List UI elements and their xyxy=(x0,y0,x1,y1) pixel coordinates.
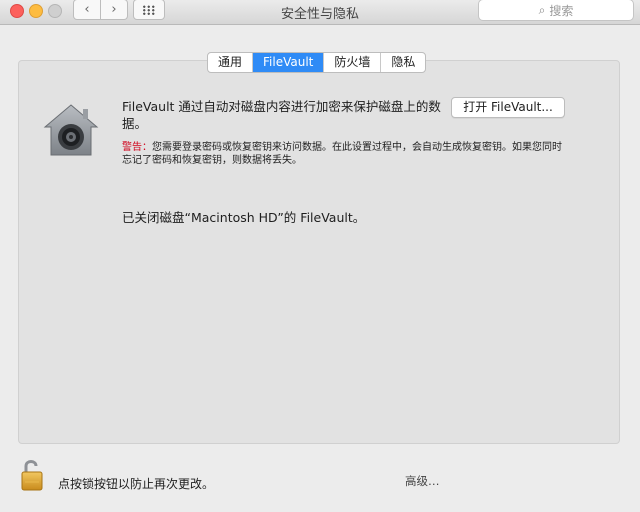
search-field[interactable]: ⌕ 搜索 xyxy=(478,0,634,21)
title-bar: ‹ › 安全性与隐私 ⌕ 搜索 xyxy=(0,0,640,25)
filevault-description: FileVault 通过自动对磁盘内容进行加密来保护磁盘上的数据。 xyxy=(122,99,441,131)
search-icon: ⌕ xyxy=(538,2,546,17)
warning-label: 警告： xyxy=(122,142,152,153)
tab-bar: 通用 FileVault 防火墙 隐私 xyxy=(207,52,427,73)
tab-filevault[interactable]: FileVault xyxy=(252,53,324,72)
search-placeholder: 搜索 xyxy=(549,3,574,18)
lock-hint: 点按锁按钮以防止再次更改。 xyxy=(58,477,215,491)
tab-privacy[interactable]: 隐私 xyxy=(380,53,425,72)
warning-text: 您需要登录密码或恢复密钥来访问数据。在此设置过程中，会自动生成恢复密钥。如果您同… xyxy=(122,142,562,166)
tab-general[interactable]: 通用 xyxy=(208,53,252,72)
filevault-warning: 警告：您需要登录密码或恢复密钥来访问数据。在此设置过程中，会自动生成恢复密钥。如… xyxy=(122,141,562,167)
turn-on-filevault-button[interactable]: 打开 FileVault... xyxy=(451,97,565,118)
tab-firewall[interactable]: 防火墙 xyxy=(323,53,380,72)
unlocked-padlock-icon[interactable] xyxy=(20,458,48,492)
filevault-status: 已关闭磁盘“Macintosh HD”的 FileVault。 xyxy=(122,210,366,225)
filevault-house-icon xyxy=(43,104,99,156)
advanced-button[interactable]: 高级… xyxy=(405,470,605,492)
